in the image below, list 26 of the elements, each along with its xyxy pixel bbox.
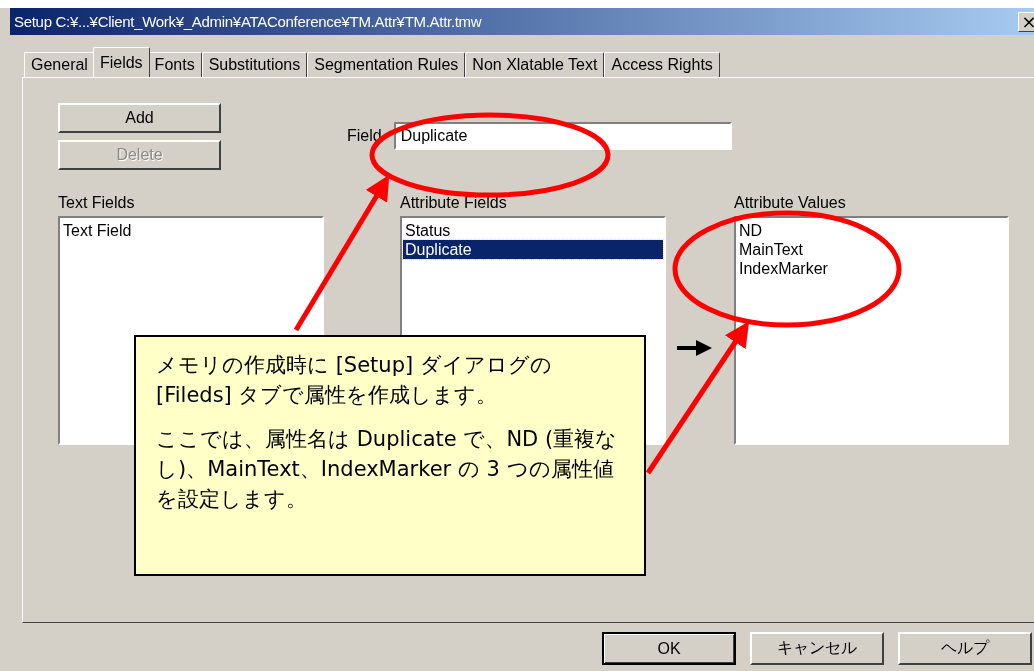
dialog-button[interactable]: ヘルプ: [898, 632, 1032, 665]
list-item[interactable]: IndexMarker: [737, 259, 1006, 278]
list-label: Attribute Fields: [400, 194, 508, 212]
tab[interactable]: Fonts: [147, 52, 202, 77]
flow-arrow: [677, 340, 712, 356]
list-label: Attribute Values: [734, 194, 847, 212]
close-button[interactable]: ×: [1018, 11, 1034, 32]
tab[interactable]: Non Xlatable Text: [465, 52, 605, 77]
callout-text: メモリの作成時に [Setup] ダイアログの [Fileds] タブで属性を作成します。: [156, 352, 553, 409]
panel-button[interactable]: Add: [58, 103, 221, 133]
tab[interactable]: Substitutions: [201, 52, 308, 77]
list-item[interactable]: MainText: [737, 240, 1006, 259]
list-item[interactable]: Duplicate: [403, 240, 663, 259]
tab[interactable]: Fields: [92, 47, 150, 77]
list-item[interactable]: Status: [403, 221, 663, 240]
tab[interactable]: Access Rights: [604, 52, 720, 77]
field-input[interactable]: Duplicate: [393, 122, 732, 150]
dialog-button[interactable]: キャンセル: [750, 632, 884, 665]
tab[interactable]: General: [24, 52, 95, 77]
tab[interactable]: Segmentation Rules: [307, 52, 466, 77]
window-title: Setup C:¥...¥Client_Work¥_Admin¥ATAConference¥TM.Attr¥TM.Attr.tmw: [14, 13, 482, 30]
callout-text: ここでは、属性名は Duplicate で、ND (重複なし)、MainText、IndexMarker の 3 つの属性値を設定します。: [156, 426, 619, 513]
list-label: Text Fields: [58, 194, 136, 212]
dialog-button[interactable]: OK: [602, 632, 736, 665]
list-item[interactable]: ND: [737, 221, 1006, 240]
list-item[interactable]: Text Field: [61, 221, 321, 240]
